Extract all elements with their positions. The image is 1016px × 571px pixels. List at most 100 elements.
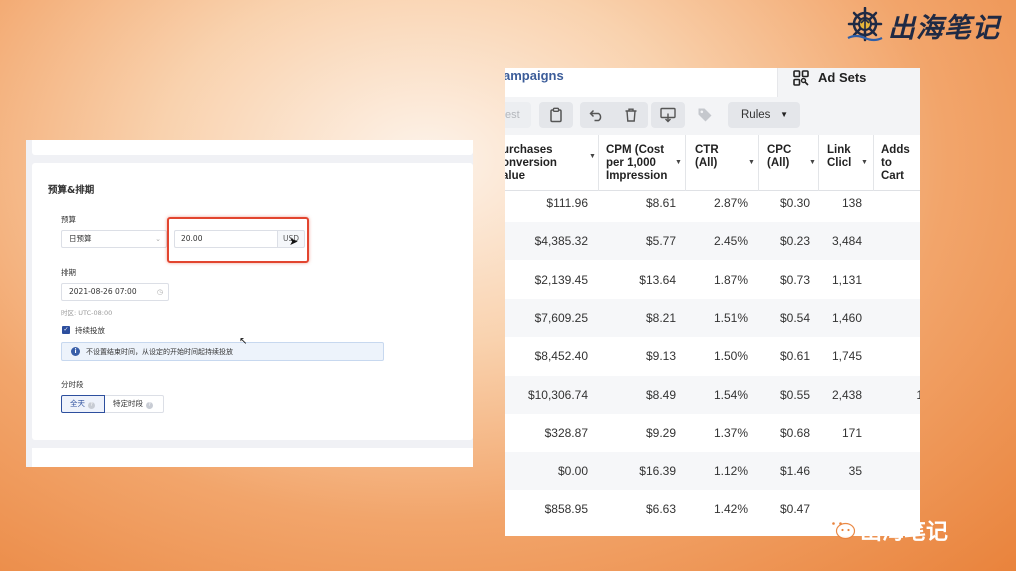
continuous-checkbox[interactable]: ✓	[62, 326, 70, 334]
cell-link-clicks: 171	[841, 425, 862, 440]
table-row[interactable]: $7,609.25 $8.21 1.51% $0.54 1,460	[505, 298, 920, 337]
dayparting-option-all-day[interactable]: 全天?	[61, 395, 105, 413]
table-row[interactable]: $328.87 $9.29 1.37% $0.68 171	[505, 414, 920, 452]
highlight-box	[167, 217, 309, 263]
table-row[interactable]: $8,452.40 $9.13 1.50% $0.61 1,745	[505, 337, 920, 375]
table-toolbar: est Rules ▼	[505, 97, 920, 135]
mouse-pointer-icon: ↖	[239, 336, 248, 347]
cell-cpm: $8.21	[645, 310, 676, 325]
cell-link-clicks: 1,460	[831, 310, 862, 325]
budget-schedule-card: 预算&排期 预算 日预算 ⌄ 20.00 USD ➤ 排期 2021-08-26…	[32, 163, 473, 440]
cell-purchases-value: $8,452.40	[534, 349, 588, 364]
cell-purchases-value: $328.87	[544, 425, 588, 440]
start-datetime-picker[interactable]: 2021-08-26 07:00 ◷	[61, 283, 169, 301]
help-icon: ?	[146, 402, 153, 409]
export-button[interactable]	[651, 102, 685, 128]
option-label: 特定时段	[113, 399, 143, 408]
column-header-line: urchases	[505, 144, 553, 156]
undo-button[interactable]	[580, 102, 614, 128]
undo-icon	[589, 109, 602, 122]
brand-logo: 出海笔记	[846, 6, 1012, 44]
sort-caret-icon[interactable]: ▼	[589, 150, 596, 163]
column-divider[interactable]	[873, 135, 874, 191]
dayparting-label: 分时段	[61, 380, 84, 389]
sort-caret-icon[interactable]: ▼	[675, 156, 682, 169]
column-header-cpm[interactable]: CPM (Cost per 1,000 Impression	[606, 144, 667, 183]
previous-section-card	[32, 140, 473, 155]
clock-icon: ◷	[156, 288, 163, 296]
watermark: 出海笔记	[826, 512, 996, 545]
column-header-ctr[interactable]: CTR (All)	[695, 144, 719, 170]
cell-cpm: $16.39	[639, 464, 676, 479]
rules-dropdown[interactable]: Rules ▼	[728, 102, 800, 128]
sort-caret-icon[interactable]: ▼	[809, 156, 816, 169]
ab-test-button[interactable]: est	[505, 102, 531, 128]
next-section-card	[32, 448, 473, 467]
cell-cpm: $8.49	[645, 387, 676, 402]
sort-caret-icon[interactable]: ▼	[861, 156, 868, 169]
column-header-line: CPM (Cost	[606, 144, 665, 156]
table-row[interactable]: $4,385.32 $5.77 2.45% $0.23 3,484	[505, 222, 920, 261]
cell-purchases-value: $4,385.32	[534, 234, 588, 249]
cell-purchases-value: $10,306.74	[527, 387, 588, 402]
tab-campaigns[interactable]: ampaigns	[505, 68, 564, 83]
budget-label: 预算	[61, 215, 76, 224]
cell-cpc: $0.73	[779, 272, 810, 287]
table-row[interactable]: $111.96 $8.61 2.87% $0.30 138	[505, 184, 920, 222]
start-datetime-value: 2021-08-26 07:00	[69, 287, 137, 296]
level-tabs: ampaigns Ad Sets	[505, 68, 920, 97]
cell-ctr: 1.37%	[713, 425, 748, 440]
chevron-down-icon: ⌄	[155, 235, 161, 243]
ads-manager-screenshot: ampaigns Ad Sets est Rules ▼ urchases on…	[505, 68, 920, 536]
clipboard-icon	[550, 107, 562, 123]
sort-caret-icon[interactable]: ▼	[748, 156, 755, 169]
column-header-adds-to-cart[interactable]: Adds to Cart	[881, 144, 920, 183]
column-header-purchases-value[interactable]: urchases onversion alue	[505, 144, 557, 183]
grid-icon	[793, 70, 809, 86]
cell-cpc: $0.47	[779, 502, 810, 517]
column-header-link-clicks[interactable]: Link Clicl	[827, 144, 851, 170]
cell-ctr: 1.87%	[713, 272, 748, 287]
cell-purchases-value: $7,609.25	[534, 310, 588, 325]
column-header-line: onversion	[505, 157, 557, 169]
cell-link-clicks: 35	[848, 464, 862, 479]
tag-button[interactable]	[688, 102, 722, 128]
tab-ad-sets[interactable]: Ad Sets	[777, 68, 920, 97]
table-row[interactable]: $2,139.45 $13.64 1.87% $0.73 1,131	[505, 261, 920, 299]
cell-cpc: $0.23	[779, 234, 810, 249]
column-divider[interactable]	[598, 135, 599, 191]
section-title: 预算&排期	[48, 185, 95, 196]
budget-type-select[interactable]: 日预算 ⌄	[61, 230, 167, 248]
column-header-cpc[interactable]: CPC (All)	[767, 144, 791, 170]
tag-icon	[698, 108, 712, 122]
duplicate-button[interactable]	[539, 102, 573, 128]
caret-down-icon: ▼	[780, 110, 788, 119]
table-row[interactable]: $0.00 $16.39 1.12% $1.46 35	[505, 452, 920, 491]
export-icon	[660, 107, 676, 123]
dayparting-option-specific[interactable]: 特定时段?	[105, 395, 164, 413]
watermark-text: 出海笔记	[860, 520, 949, 545]
delete-button[interactable]	[614, 102, 648, 128]
cell-adds-to-cart: 1	[916, 387, 920, 402]
cell-cpm: $13.64	[639, 272, 676, 287]
cell-ctr: 1.51%	[713, 310, 748, 325]
column-header-line: Impression	[606, 170, 668, 182]
info-icon: i	[71, 347, 80, 356]
cell-link-clicks: 2,438	[831, 387, 862, 402]
wechat-icon	[827, 516, 856, 540]
budget-type-value: 日预算	[69, 234, 92, 243]
cell-link-clicks: 1,745	[831, 349, 862, 364]
cell-purchases-value: $858.95	[544, 502, 588, 517]
column-divider[interactable]	[685, 135, 686, 191]
brand-name: 出海笔记	[888, 12, 1000, 44]
column-divider[interactable]	[818, 135, 819, 191]
cell-purchases-value: $2,139.45	[534, 272, 588, 287]
cell-cpc: $0.68	[779, 425, 810, 440]
cell-cpm: $6.63	[645, 502, 676, 517]
column-divider[interactable]	[758, 135, 759, 191]
table-row[interactable]: $10,306.74 $8.49 1.54% $0.55 2,438 1	[505, 375, 920, 414]
anchor-ship-wheel-icon	[847, 7, 883, 42]
column-header-line: Adds to	[881, 144, 910, 169]
cell-cpc: $1.46	[779, 464, 810, 479]
help-icon: ?	[88, 402, 95, 409]
